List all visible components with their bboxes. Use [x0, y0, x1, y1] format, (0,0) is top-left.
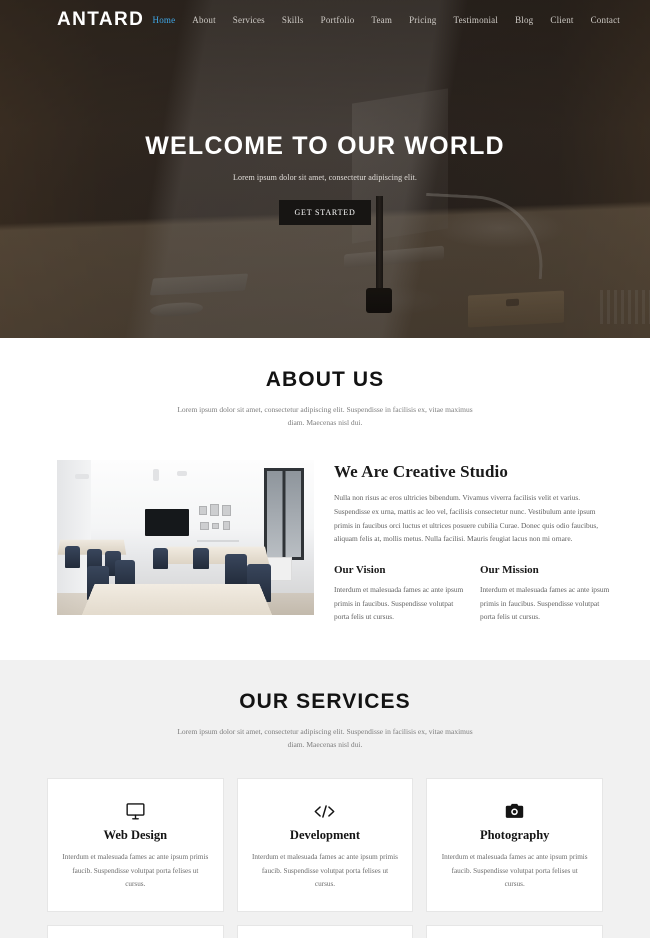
landing-page: ANTARD Home About Services Skills Portfo…	[0, 0, 650, 938]
about-subtitle: Lorem ipsum dolor sit amet, consectetur …	[177, 405, 473, 428]
wall-picture-frames	[199, 504, 235, 538]
hero-section: ANTARD Home About Services Skills Portfo…	[0, 0, 650, 338]
service-title: Development	[289, 828, 361, 843]
chair	[153, 548, 168, 570]
services-title: OUR SERVICES	[239, 690, 411, 714]
main-navigation: ANTARD Home About Services Skills Portfo…	[0, 0, 650, 39]
nav-link-contact[interactable]: Contact	[591, 15, 620, 25]
nav-link-home[interactable]: Home	[153, 15, 176, 25]
desktop-monitor-icon	[62, 801, 209, 821]
services-card-grid: Web Design Interdum et malesuada fames a…	[47, 778, 603, 938]
service-card-marketing[interactable]: Marketing Interdum et malesuada fames ac…	[236, 925, 414, 938]
nav-link-list: Home About Services Skills Portfolio Tea…	[153, 15, 621, 25]
nav-link-pricing[interactable]: Pricing	[409, 15, 436, 25]
vision-column: Our Vision Interdum et malesuada fames a…	[334, 564, 464, 624]
service-text: Interdum et malesuada fames ac ante ipsu…	[252, 853, 398, 888]
ceiling-light-1	[75, 474, 89, 480]
hero-content: WELCOME TO OUR WORLD Lorem ipsum dolor s…	[0, 0, 650, 338]
meeting-room-illustration	[57, 460, 314, 616]
chair	[65, 546, 80, 569]
mission-text: Interdum et malesuada fames ac ante ipsu…	[480, 585, 610, 622]
about-image	[57, 460, 314, 616]
get-started-button[interactable]: GET STARTED	[279, 200, 371, 225]
back-table	[162, 546, 270, 565]
mission-heading: Our Mission	[480, 564, 539, 576]
service-card-web-design[interactable]: Web Design Interdum et malesuada fames a…	[47, 778, 224, 913]
hero-title: WELCOME TO OUR WORLD	[145, 132, 505, 160]
room-wall-left	[57, 460, 91, 616]
main-conference-table	[77, 584, 277, 616]
chair	[193, 548, 209, 570]
vision-text: Interdum et malesuada fames ac ante ipsu…	[334, 585, 464, 622]
about-text-block: We Are Creative Studio Nulla non risus a…	[334, 460, 610, 624]
nav-link-services[interactable]: Services	[233, 15, 265, 25]
services-section: OUR SERVICES Lorem ipsum dolor sit amet,…	[0, 660, 650, 938]
about-paragraph: Nulla non risus ac eros ultricies bibend…	[334, 493, 599, 544]
site-logo[interactable]: ANTARD	[57, 9, 144, 31]
service-text: Interdum et malesuada fames ac ante ipsu…	[62, 853, 209, 888]
about-content-row: We Are Creative Studio Nulla non risus a…	[57, 460, 610, 624]
nav-link-blog[interactable]: Blog	[515, 15, 533, 25]
service-title: Photography	[479, 828, 550, 843]
service-text: Interdum et malesuada fames ac ante ipsu…	[441, 853, 588, 888]
service-card-support[interactable]: Support Interdum et malesuada fames ac a…	[426, 925, 603, 938]
nav-link-client[interactable]: Client	[550, 15, 573, 25]
services-subtitle: Lorem ipsum dolor sit amet, consectetur …	[177, 727, 473, 750]
about-title: ABOUT US	[265, 368, 385, 391]
about-section: ABOUT US Lorem ipsum dolor sit amet, con…	[0, 338, 650, 661]
mission-column: Our Mission Interdum et malesuada fames …	[480, 564, 610, 624]
vision-mission-row: Our Vision Interdum et malesuada fames a…	[334, 564, 610, 624]
room-window	[264, 468, 304, 561]
ceiling-light-3	[177, 471, 187, 477]
vision-heading: Our Vision	[334, 564, 386, 576]
camera-icon	[441, 801, 588, 821]
code-brackets-icon	[252, 801, 399, 821]
hero-subtitle: Lorem ipsum dolor sit amet, consectetur …	[232, 173, 417, 182]
nav-link-team[interactable]: Team	[371, 15, 392, 25]
chair	[225, 554, 247, 587]
service-card-seo[interactable]: SEO Interdum et malesuada fames ac ante …	[47, 925, 224, 938]
nav-link-about[interactable]: About	[192, 15, 216, 25]
wall-tv-screen	[145, 509, 189, 537]
nav-link-skills[interactable]: Skills	[282, 15, 304, 25]
nav-link-portfolio[interactable]: Portfolio	[321, 15, 355, 25]
service-title: Web Design	[103, 828, 168, 843]
nav-link-testimonial[interactable]: Testimonial	[454, 15, 499, 25]
ceiling-light-2	[153, 469, 159, 482]
wall-shelf	[197, 540, 239, 543]
service-card-development[interactable]: Development Interdum et malesuada fames …	[236, 778, 414, 913]
service-card-photography[interactable]: Photography Interdum et malesuada fames …	[426, 778, 603, 913]
about-heading: We Are Creative Studio	[334, 462, 508, 482]
